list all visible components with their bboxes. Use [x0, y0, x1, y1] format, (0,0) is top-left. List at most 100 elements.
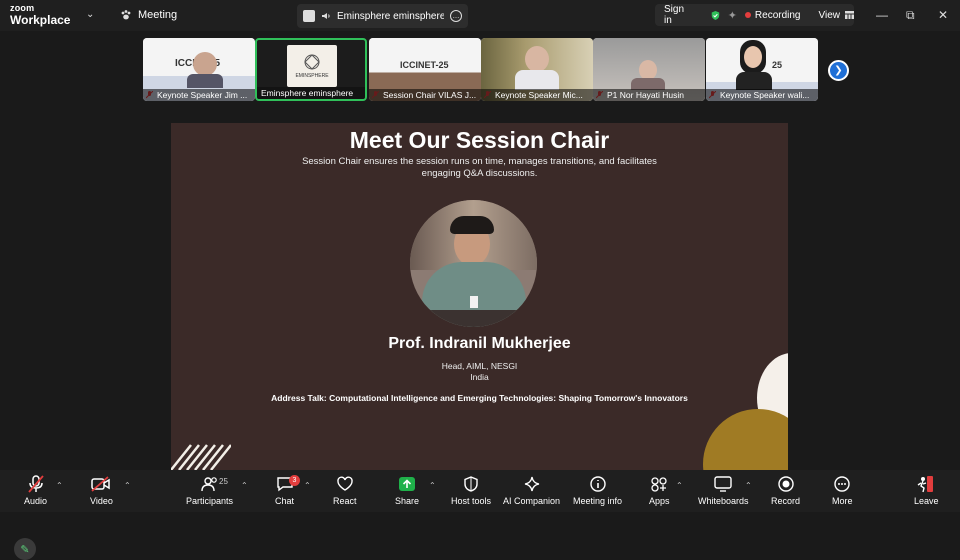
- sign-in-button[interactable]: Sign in: [655, 4, 696, 26]
- recording-label: Recording: [754, 9, 801, 21]
- leave-icon: [917, 476, 934, 493]
- participant-face: [193, 52, 217, 76]
- whiteboards-options-caret[interactable]: ⌃: [745, 481, 752, 490]
- participant-face: [639, 60, 657, 80]
- participants-label: Participants: [186, 496, 234, 506]
- paw-icon: [121, 10, 131, 20]
- share-button[interactable]: Share: [395, 474, 419, 506]
- audio-options-caret[interactable]: ⌃: [56, 481, 63, 490]
- participant-name: Keynote Speaker wali...: [706, 89, 818, 101]
- apps-button[interactable]: Apps: [649, 474, 670, 506]
- heart-icon: [337, 476, 353, 491]
- participant-count: 25: [219, 477, 228, 486]
- speaker-title: Head, AIML, NESGI: [441, 361, 518, 371]
- record-button[interactable]: Record: [771, 474, 800, 506]
- video-button[interactable]: Video: [90, 474, 113, 506]
- video-tile[interactable]: P1 Nor Hayati Husin: [593, 38, 705, 101]
- decorative-circle-gold: [703, 409, 788, 470]
- speaker-photo: [410, 200, 537, 327]
- participants-icon: [200, 477, 217, 492]
- ai-companion-button[interactable]: AI Companion: [503, 474, 560, 506]
- whiteboards-button[interactable]: Whiteboards: [698, 474, 749, 506]
- chevron-right-icon: ❯: [834, 65, 843, 76]
- react-label: React: [333, 496, 357, 506]
- more-icon: [834, 476, 850, 492]
- share-options-caret[interactable]: ⌃: [429, 481, 436, 490]
- logo-product: Workplace: [10, 13, 71, 27]
- meeting-label: Meeting: [138, 9, 178, 21]
- participants-options-caret[interactable]: ⌃: [241, 481, 248, 490]
- photo-hair: [450, 216, 494, 234]
- slide-title: Meet Our Session Chair: [349, 127, 610, 153]
- react-button[interactable]: React: [333, 474, 357, 506]
- close-icon[interactable]: ✕: [938, 8, 948, 22]
- apps-icon: [651, 477, 667, 492]
- recording-dot-icon: [744, 12, 751, 18]
- apps-options-caret[interactable]: ⌃: [676, 481, 683, 490]
- next-page-button[interactable]: ❯: [828, 60, 849, 81]
- participant-name: Keynote Speaker Jim ...: [143, 89, 255, 101]
- annotate-button[interactable]: ✎: [14, 538, 36, 560]
- view-label: View: [818, 9, 841, 21]
- more-button[interactable]: More: [832, 474, 853, 506]
- more-label: More: [832, 496, 853, 506]
- video-tile[interactable]: 25 Keynote Speaker wali...: [706, 38, 818, 101]
- video-tile[interactable]: Keynote Speaker Mic...: [481, 38, 593, 101]
- audio-button[interactable]: Audio: [24, 474, 47, 506]
- record-icon: [777, 476, 794, 492]
- recording-indicator[interactable]: Recording: [744, 9, 801, 21]
- meeting-menu[interactable]: Meeting: [120, 9, 177, 21]
- speaker-role: Head, AIML, NESGI India: [171, 361, 788, 383]
- meeting-toolbar: Audio ⌃ Video ⌃ Participants 25 ⌃ Chat 3…: [0, 470, 960, 512]
- participant-name: Eminsphere eminsphere: [257, 87, 365, 99]
- screen-share-pill[interactable]: Eminsphere eminsphere's screen …: [297, 4, 468, 28]
- eminsphere-logo: EMINSPHERE: [287, 45, 337, 87]
- status-group: Sign in ✦ Recording View: [655, 4, 854, 26]
- chat-label: Chat: [275, 496, 295, 506]
- sparkle-icon[interactable]: ✦: [728, 9, 737, 22]
- participant-body: [736, 72, 772, 90]
- minimize-icon[interactable]: —: [876, 8, 888, 22]
- participant-body: [515, 70, 559, 90]
- speaker-country: India: [470, 372, 489, 382]
- record-label: Record: [771, 496, 801, 506]
- logo-text: EMINSPHERE: [295, 73, 329, 79]
- decorative-stripes: [171, 444, 231, 470]
- restore-icon[interactable]: ⧉: [906, 8, 915, 23]
- host-tools-button[interactable]: Host tools: [451, 474, 491, 506]
- shield-icon[interactable]: [711, 9, 720, 22]
- info-icon: [589, 476, 606, 492]
- slide-text: ICCINET-25: [400, 60, 449, 70]
- audio-label: Audio: [24, 496, 48, 506]
- participant-name: Session Chair VILAS J...: [369, 89, 481, 101]
- meeting-info-label: Meeting info: [573, 496, 623, 506]
- video-label: Video: [90, 496, 113, 506]
- more-options-icon[interactable]: …: [450, 10, 462, 22]
- video-tile[interactable]: ICCI ... 25 Keynote Speaker Jim ...: [143, 38, 255, 101]
- share-label: Share: [395, 496, 420, 506]
- app-icon: [303, 10, 315, 22]
- video-options-caret[interactable]: ⌃: [124, 481, 131, 490]
- participant-name: P1 Nor Hayati Husin: [593, 89, 705, 101]
- share-screen-icon: [399, 477, 416, 491]
- chat-options-caret[interactable]: ⌃: [304, 481, 311, 490]
- view-button[interactable]: View: [818, 9, 854, 21]
- ai-companion-label: AI Companion: [503, 496, 561, 506]
- apps-label: Apps: [649, 496, 670, 506]
- logo-mark-icon: [304, 54, 320, 70]
- zoom-logo[interactable]: zoom Workplace: [10, 3, 71, 27]
- logo-brand: zoom: [10, 3, 35, 13]
- speaker-icon: [322, 13, 330, 19]
- photo-desk: [410, 310, 537, 327]
- participant-body: [187, 74, 223, 88]
- grid-icon: [845, 11, 854, 19]
- chevron-down-icon[interactable]: ⌄: [86, 9, 94, 20]
- leave-label: Leave: [914, 496, 939, 506]
- host-tools-label: Host tools: [451, 496, 492, 506]
- video-tile-active[interactable]: EMINSPHERE Eminsphere eminsphere: [255, 38, 367, 101]
- address-talk: Address Talk: Computational Intelligence…: [271, 393, 688, 403]
- meeting-info-button[interactable]: Meeting info: [573, 474, 622, 506]
- participant-strip: ICCI ... 25 Keynote Speaker Jim ... EMIN…: [0, 31, 960, 106]
- leave-button[interactable]: Leave: [914, 474, 939, 506]
- video-tile[interactable]: ICCINET-25 Session Chair VILAS J...: [369, 38, 481, 101]
